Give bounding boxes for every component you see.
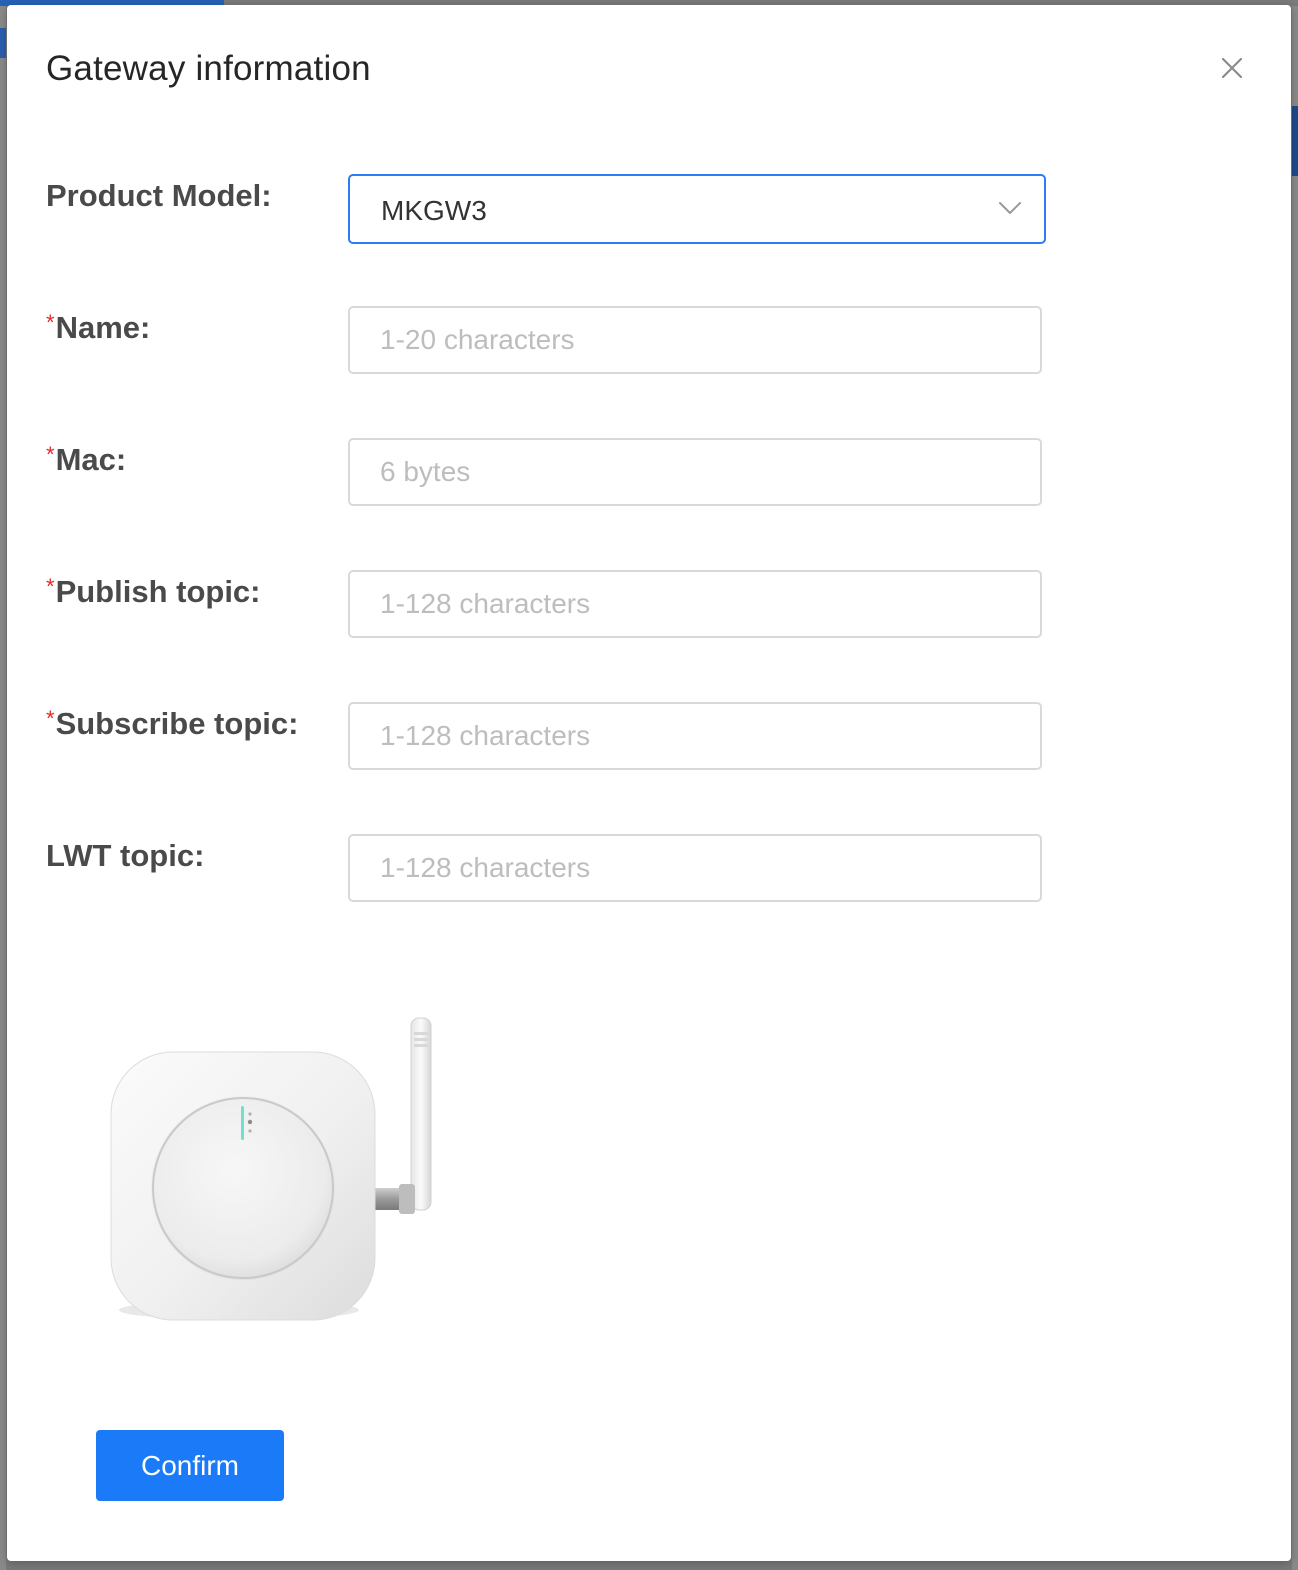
mac-row: *Mac: xyxy=(46,438,1046,510)
required-mark: * xyxy=(46,442,55,467)
publish-topic-input[interactable] xyxy=(348,570,1042,638)
lwt-topic-label-text: LWT topic: xyxy=(46,838,205,873)
lwt-topic-input[interactable] xyxy=(348,834,1042,902)
mac-input[interactable] xyxy=(348,438,1042,506)
background-accent xyxy=(0,28,6,58)
close-icon xyxy=(1221,57,1243,79)
required-mark: * xyxy=(46,310,55,335)
background-right-edge xyxy=(1292,6,1298,1570)
name-input[interactable] xyxy=(348,306,1042,374)
mac-label-text: Mac: xyxy=(55,442,127,477)
publish-topic-label-text: Publish topic: xyxy=(55,574,261,609)
name-label: *Name: xyxy=(46,310,150,346)
product-model-label: Product Model: xyxy=(46,178,272,214)
subscribe-topic-input[interactable] xyxy=(348,702,1042,770)
name-row: *Name: xyxy=(46,306,1046,378)
lwt-topic-row: LWT topic: xyxy=(46,834,1046,906)
required-mark: * xyxy=(46,706,55,731)
confirm-button[interactable]: Confirm xyxy=(96,1430,284,1501)
background-accent xyxy=(1292,106,1298,176)
name-label-text: Name: xyxy=(55,310,151,345)
publish-topic-label: *Publish topic: xyxy=(46,574,261,610)
subscribe-topic-row: *Subscribe topic: xyxy=(46,702,1046,774)
gateway-information-modal: Gateway information Product Model: MKGW3… xyxy=(7,5,1291,1561)
product-model-value: MKGW3 xyxy=(381,195,487,226)
close-button[interactable] xyxy=(1215,51,1249,85)
gateway-device-image xyxy=(110,1017,432,1321)
subscribe-topic-label: *Subscribe topic: xyxy=(46,706,298,742)
background-left-edge xyxy=(0,6,6,1570)
product-model-select[interactable]: MKGW3 xyxy=(348,174,1046,244)
subscribe-topic-label-text: Subscribe topic: xyxy=(55,706,299,741)
product-model-row: Product Model: MKGW3 xyxy=(46,174,1046,246)
product-model-label-text: Product Model: xyxy=(46,178,272,213)
lwt-topic-label: LWT topic: xyxy=(46,838,204,874)
required-mark: * xyxy=(46,574,55,599)
mac-label: *Mac: xyxy=(46,442,126,478)
publish-topic-row: *Publish topic: xyxy=(46,570,1046,642)
modal-title: Gateway information xyxy=(46,49,371,88)
chevron-down-icon xyxy=(999,202,1021,214)
